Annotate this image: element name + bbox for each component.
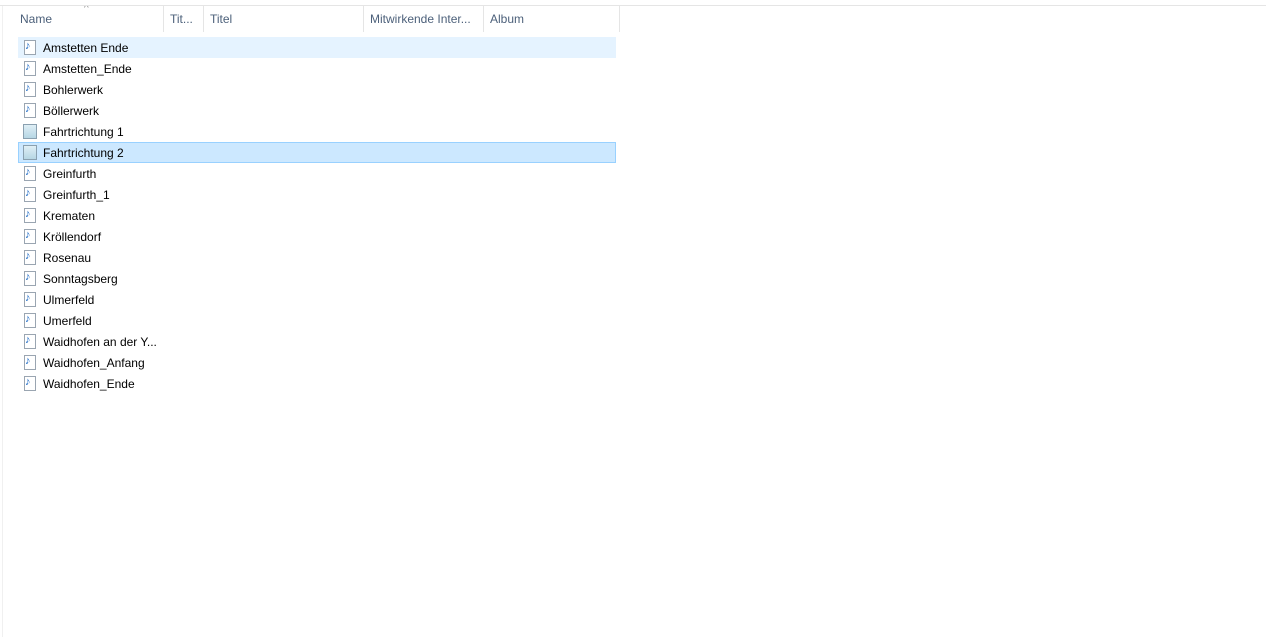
column-label: Titel <box>210 12 233 26</box>
audio-file-icon <box>24 61 36 76</box>
audio-file-icon <box>24 376 36 391</box>
audio-file-icon <box>24 271 36 286</box>
left-divider <box>2 6 3 637</box>
file-row[interactable]: Waidhofen_Ende <box>18 373 616 394</box>
file-row[interactable]: Waidhofen_Anfang <box>18 352 616 373</box>
file-name: Umerfeld <box>43 313 92 328</box>
file-row[interactable]: Ulmerfeld <box>18 289 616 310</box>
file-row[interactable]: Greinfurth <box>18 163 616 184</box>
file-name: Waidhofen_Anfang <box>43 355 145 370</box>
column-album[interactable]: Album <box>484 6 620 32</box>
audio-file-icon <box>24 40 36 55</box>
file-row[interactable]: Krematen <box>18 205 616 226</box>
sort-ascending-icon: ^ <box>84 6 89 14</box>
file-name: Fahrtrichtung 2 <box>43 145 124 160</box>
column-label: Mitwirkende Inter... <box>370 12 471 26</box>
file-name: Greinfurth <box>43 166 97 181</box>
column-label: Name <box>20 12 53 26</box>
file-name: Rosenau <box>43 250 92 265</box>
text-document-icon <box>23 145 37 160</box>
column-contributing-artists[interactable]: Mitwirkende Inter... <box>364 6 484 32</box>
file-row[interactable]: Amstetten Ende <box>18 37 616 58</box>
file-row[interactable]: Fahrtrichtung 1 <box>18 121 616 142</box>
audio-file-icon <box>24 208 36 223</box>
text-document-icon <box>23 124 37 139</box>
file-row[interactable]: Waidhofen an der Y... <box>18 331 616 352</box>
file-row[interactable]: Kröllendorf <box>18 226 616 247</box>
file-row[interactable]: Umerfeld <box>18 310 616 331</box>
file-name: Amstetten_Ende <box>43 61 132 76</box>
file-row[interactable]: Amstetten_Ende <box>18 58 616 79</box>
file-row[interactable]: Böllerwerk <box>18 100 616 121</box>
audio-file-icon <box>24 334 36 349</box>
audio-file-icon <box>24 103 36 118</box>
file-name: Böllerwerk <box>43 103 100 118</box>
file-name: Amstetten Ende <box>43 40 129 55</box>
column-label: Album <box>490 12 525 26</box>
file-name: Waidhofen an der Y... <box>43 334 157 349</box>
audio-file-icon <box>24 229 36 244</box>
file-row[interactable]: Bohlerwerk <box>18 79 616 100</box>
column-title[interactable]: Titel <box>204 6 364 32</box>
audio-file-icon <box>24 187 36 202</box>
file-name: Waidhofen_Ende <box>43 376 135 391</box>
file-name: Fahrtrichtung 1 <box>43 124 124 139</box>
audio-file-icon <box>24 166 36 181</box>
file-row[interactable]: Greinfurth_1 <box>18 184 616 205</box>
file-list: Amstetten Ende Amstetten_Ende Bohlerwerk Bö… <box>18 37 616 394</box>
file-name: Bohlerwerk <box>43 82 104 97</box>
audio-file-icon <box>24 313 36 328</box>
column-label: Tit... <box>170 12 193 26</box>
file-name: Kröllendorf <box>43 229 102 244</box>
audio-file-icon <box>24 355 36 370</box>
column-title-short[interactable]: Tit... <box>164 6 204 32</box>
audio-file-icon <box>24 250 36 265</box>
file-name: Krematen <box>43 208 96 223</box>
column-header: ^ Name Tit... Titel Mitwirkende Inter...… <box>14 6 620 32</box>
file-row[interactable]: Rosenau <box>18 247 616 268</box>
file-name: Greinfurth_1 <box>43 187 110 202</box>
file-name: Sonntagsberg <box>43 271 118 286</box>
file-row[interactable]: Sonntagsberg <box>18 268 616 289</box>
audio-file-icon <box>24 82 36 97</box>
column-name[interactable]: ^ Name <box>14 6 164 32</box>
audio-file-icon <box>24 292 36 307</box>
file-name: Ulmerfeld <box>43 292 95 307</box>
file-row[interactable]: Fahrtrichtung 2 <box>18 142 616 163</box>
